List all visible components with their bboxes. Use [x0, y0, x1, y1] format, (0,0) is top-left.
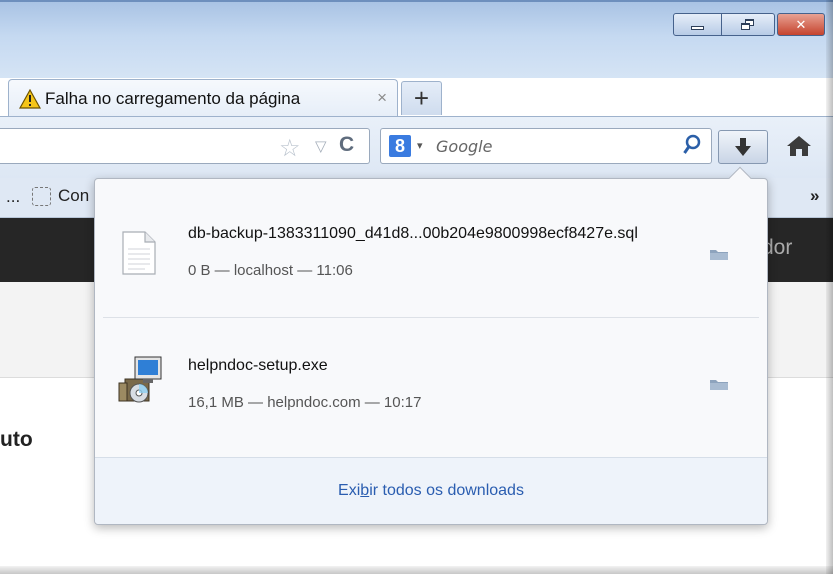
download-item[interactable]: helpndoc-setup.exe 16,1 MB — helpndoc.co… — [95, 319, 767, 453]
close-window-button[interactable]: ✕ — [777, 13, 825, 36]
close-icon: ✕ — [795, 16, 807, 32]
restore-icon — [741, 18, 755, 31]
window-shadow-bottom — [0, 566, 833, 574]
downloads-panel: db-backup-1383311090_d41d8...00b204e9800… — [94, 166, 768, 525]
download-status: 0 B — localhost — 11:06 — [188, 262, 353, 279]
show-all-downloads-link[interactable]: Exibir todos os downloads — [338, 482, 524, 500]
downloads-button[interactable] — [718, 130, 768, 164]
accesskey-letter: b — [360, 482, 370, 499]
download-item[interactable]: db-backup-1383311090_d41d8...00b204e9800… — [95, 183, 767, 317]
window-shadow-right — [826, 0, 833, 574]
page-heading: uto — [0, 428, 33, 451]
warning-icon — [19, 88, 41, 109]
history-dropmarker-icon[interactable]: ▽ — [315, 137, 327, 155]
window-titlebar: ✕ — [0, 0, 833, 78]
open-folder-icon[interactable] — [709, 377, 729, 391]
downloads-footer: Exibir todos os downloads — [95, 457, 767, 524]
download-separator — [103, 317, 759, 318]
open-folder-icon[interactable] — [709, 247, 729, 261]
reload-icon[interactable]: C — [339, 133, 354, 157]
document-icon — [122, 231, 156, 275]
download-filename: db-backup-1383311090_d41d8...00b204e9800… — [188, 225, 638, 242]
download-arrow-icon — [735, 138, 751, 156]
download-status: 16,1 MB — helpndoc.com — 10:17 — [188, 394, 422, 411]
plus-icon: + — [413, 83, 430, 113]
bookmark-folder-icon[interactable] — [32, 187, 51, 206]
home-icon[interactable] — [786, 134, 812, 158]
tab-current[interactable]: Falha no carregamento da página × — [8, 79, 398, 117]
installer-icon — [118, 356, 162, 403]
bookmarks-overflow-icon[interactable]: » — [810, 186, 819, 206]
bookmarks-ellipsis: ... — [6, 187, 21, 206]
bookmark-item-label[interactable]: Con — [58, 186, 89, 206]
google-engine-icon[interactable]: 8 — [389, 135, 411, 157]
minimize-button[interactable] — [673, 13, 722, 36]
search-icon[interactable] — [683, 134, 701, 156]
engine-dropdown-icon[interactable]: ▾ — [417, 139, 423, 152]
search-bar[interactable]: 8 ▾ — [380, 128, 712, 164]
download-filename: helpndoc-setup.exe — [188, 357, 328, 374]
url-bar[interactable]: ☆ ▽ C — [0, 128, 370, 164]
tab-title: Falha no carregamento da página — [45, 88, 301, 108]
tab-close-icon[interactable]: × — [377, 88, 387, 108]
search-input[interactable] — [436, 132, 676, 160]
restore-button[interactable] — [722, 13, 775, 36]
minimize-icon — [691, 26, 704, 30]
bookmark-star-icon[interactable]: ☆ — [279, 134, 301, 163]
new-tab-button[interactable]: + — [401, 81, 442, 115]
navigation-toolbar: ☆ ▽ C 8 ▾ — [0, 116, 833, 178]
